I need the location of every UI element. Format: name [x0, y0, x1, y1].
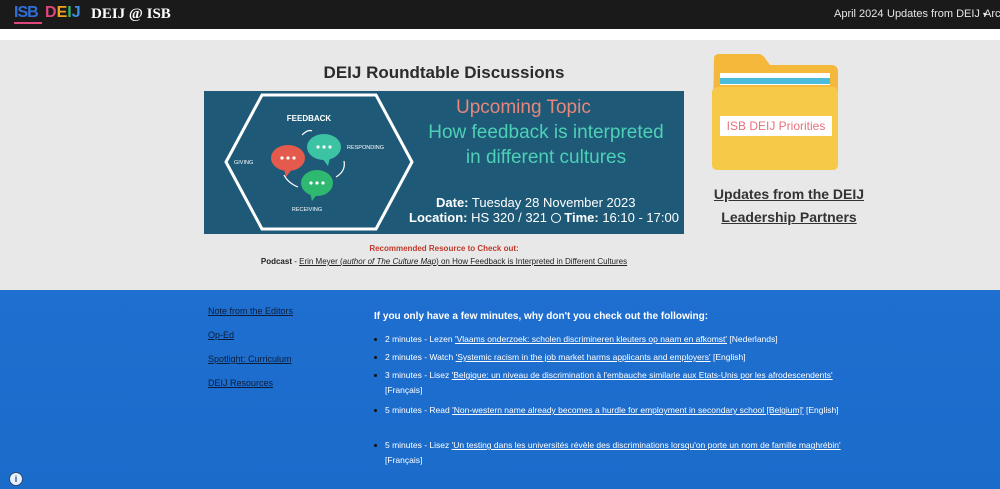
info-icon[interactable]: i [9, 472, 23, 486]
recommended-resource-heading: Recommended Resource to Check out: [369, 244, 519, 253]
header-spacer [0, 29, 1000, 40]
bullet-icon [374, 356, 377, 359]
podcast-link[interactable]: Erin Meyer (author of The Culture Map) o… [299, 257, 627, 266]
list-item: 3 minutes - Lisez 'Belgique: un niveau d… [374, 368, 844, 398]
diagram-feedback-label: FEEDBACK [287, 114, 332, 123]
recommended-resource-line: Podcast - Erin Meyer (author of The Cult… [260, 257, 628, 266]
bullet-icon [374, 338, 377, 341]
logo-underline [14, 22, 42, 24]
list-item: 5 minutes - Read 'Non-western name alrea… [374, 403, 844, 418]
resource-link[interactable]: 'Non-western name already becomes a hurd… [452, 405, 803, 415]
folder-label[interactable]: ISB DEIJ Priorities [720, 116, 832, 136]
upcoming-topic-label: Upcoming Topic [456, 97, 591, 118]
event-date: Date: Tuesday 28 November 2023 [436, 195, 636, 210]
nav-april-2024[interactable]: April 2024 [834, 8, 884, 21]
clock-icon [550, 213, 561, 223]
speech-bubble-green-icon [301, 170, 333, 201]
logo-deij-text: DEIJ [45, 4, 81, 21]
bullet-icon [374, 409, 377, 412]
speech-bubble-teal-icon [307, 134, 341, 166]
diagram-receiving-label: RECEIVING [292, 207, 322, 213]
speech-bubble-red-icon [271, 145, 305, 177]
upcoming-topic-banner: FEEDBACK GIVING RESPONDING RECEIVING Upc… [204, 91, 684, 234]
nav-archive[interactable]: Arch [984, 8, 1000, 21]
resource-link[interactable]: 'Vlaams onderzoek: scholen discrimineren… [455, 334, 727, 344]
list-item: 2 minutes - Lezen 'Vlaams onderzoek: sch… [374, 332, 844, 347]
diagram-responding-label: RESPONDING [347, 145, 384, 151]
top-navigation-bar: ISB DEIJ DEIJ @ ISB April 2024 Updates f… [0, 0, 1000, 29]
few-minutes-heading: If you only have a few minutes, why don'… [374, 311, 709, 322]
sidebar-link-deij-resources[interactable]: DEIJ Resources [208, 378, 273, 389]
folder-icon[interactable] [710, 53, 840, 171]
resource-link[interactable]: 'Systemic racism in the job market harms… [456, 352, 711, 362]
nav-updates-from-deij[interactable]: Updates from DEIJ ▾ [887, 8, 987, 21]
sidebar-link-spotlight-curriculum[interactable]: Spotlight: Curriculum [208, 354, 292, 365]
logo-isb-text: ISB [14, 4, 39, 21]
event-location-time: Location: HS 320 / 321 Time: 16:10 - 17:… [409, 210, 679, 225]
bullet-icon [374, 444, 377, 447]
list-item: 2 minutes - Watch 'Systemic racism in th… [374, 350, 844, 365]
site-title[interactable]: DEIJ @ ISB [91, 5, 171, 23]
bullet-icon [374, 374, 377, 377]
updates-leadership-partners-link[interactable]: Updates from the DEIJ Leadership Partner… [704, 183, 874, 229]
list-item: 5 minutes - Lisez 'Un testing dans les u… [374, 438, 844, 468]
topic-title: How feedback is interpreted in different… [428, 122, 664, 168]
isb-deij-logo[interactable]: ISB DEIJ [14, 3, 81, 25]
sidebar-link-op-ed[interactable]: Op-Ed [208, 330, 234, 341]
roundtable-title: DEIJ Roundtable Discussions [323, 63, 565, 82]
diagram-giving-label: GIVING [234, 160, 253, 166]
sidebar-link-note-from-editors[interactable]: Note from the Editors [208, 306, 293, 317]
resource-link[interactable]: 'Belgique: un niveau de discrimination à… [452, 370, 833, 380]
resource-link[interactable]: 'Un testing dans les universités révèle … [452, 440, 841, 450]
